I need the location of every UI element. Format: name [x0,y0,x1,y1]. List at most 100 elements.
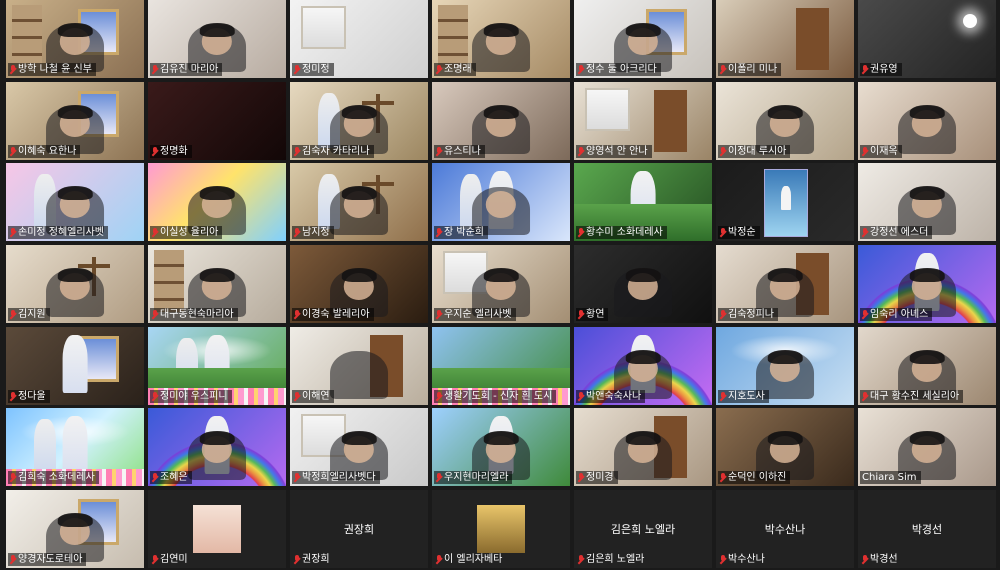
participant-name: 대구동현숙마리아 [160,309,234,320]
mic-muted-icon [578,473,584,482]
video-window [585,88,631,132]
video-hair [341,431,377,446]
participant-tile[interactable]: 정미야 우스피니 [148,327,286,405]
participant-tile[interactable]: 이정대 루시아 [716,82,854,160]
participant-name: 권유영 [870,64,898,75]
participant-tile[interactable]: 김지원 [6,245,144,323]
video-statue [62,334,88,394]
participant-tile[interactable]: 조명래 [432,0,570,78]
mic-muted-icon [720,310,726,319]
video-hair [909,431,945,446]
participant-name: 박정희엘리사벳다 [302,472,376,483]
participant-tile[interactable]: 이혜숙 요한나 [6,82,144,160]
video-door [796,7,830,71]
mic-muted-icon [862,392,868,401]
participant-name-label: 정다울 [8,390,50,403]
participant-tile[interactable]: 손미정 정혜엘리사벳 [6,163,144,241]
mic-muted-icon [152,392,158,401]
participant-tile[interactable]: 방학 나철 윤 신부 [6,0,144,78]
participant-name: 생활기도회 - 신자 흰 도시 [444,391,553,402]
participant-tile[interactable]: 황연 [574,245,712,323]
participant-name-label: 김희숙 소화데레사 [8,471,99,484]
mic-muted-icon [720,555,726,564]
participant-name: 김숙정피나 [728,309,774,320]
participant-tile[interactable]: 김은희 노엘라 김은희 노엘라 [574,490,712,568]
mic-muted-icon [10,228,16,237]
participant-tile[interactable]: 김숙정피나 [716,245,854,323]
participant-name-label: 이해연 [292,390,334,403]
participant-tile[interactable]: 양경자도로테아 [6,490,144,568]
participant-tile[interactable]: 김희숙 소화데레사 [6,408,144,486]
participant-tile[interactable]: 순덕인 이하진 [716,408,854,486]
participant-tile[interactable]: 지호도사 [716,327,854,405]
participant-name-label: 유스티나 [434,145,485,158]
participant-name-label: 조혜은 [150,471,192,484]
mic-muted-icon [720,392,726,401]
video-hair [909,186,945,201]
video-hair [767,105,803,120]
participant-tile[interactable]: 정미정 [290,0,428,78]
participant-tile[interactable]: 이폴리 미나 [716,0,854,78]
video-hair [57,513,93,528]
participant-name: 정미정 [302,64,330,75]
participant-tile[interactable]: 우지현마리엘라 [432,408,570,486]
participant-tile[interactable]: 남지정 [290,163,428,241]
participant-tile[interactable]: 박수산나 박수산나 [716,490,854,568]
participant-name: Chiara Sim [862,472,917,483]
participant-tile[interactable]: 박정순 [716,163,854,241]
video-hair [57,105,93,120]
participant-name: 손미정 정혜엘리사벳 [18,227,104,238]
video-hair [199,23,235,38]
participant-tile[interactable]: 이 엘리자베타 [432,490,570,568]
participant-name: 정미경 [586,472,614,483]
video-hair [199,268,235,283]
participant-name-label: 박경선 [860,553,902,566]
participant-tile[interactable]: 정수 둘 아크리다 [574,0,712,78]
participant-tile[interactable]: 우지순 엘리사벳 [432,245,570,323]
participant-name: 박경선 [870,554,898,565]
participant-name-label: 이 엘리자베타 [434,553,506,566]
participant-name-label: 남지정 [292,226,334,239]
participant-tile[interactable]: 박경선 박경선 [858,490,996,568]
participant-name: 정수 둘 아크리다 [586,64,657,75]
participant-tile[interactable]: 권장희 권장희 [290,490,428,568]
participant-name-label: 정수 둘 아크리다 [576,63,661,76]
participant-name-label: 권장희 [292,553,334,566]
participant-tile[interactable]: 정명화 [148,82,286,160]
participant-tile[interactable]: 대구 황수진 세실리아 [858,327,996,405]
participant-tile[interactable]: 김유진 마리아 [148,0,286,78]
mic-muted-icon [578,310,584,319]
participant-tile[interactable]: 양영석 안 안나 [574,82,712,160]
participant-tile[interactable]: 김연미 [148,490,286,568]
participant-tile[interactable]: 이경숙 발레리아 [290,245,428,323]
participant-tile[interactable]: 대구동현숙마리아 [148,245,286,323]
participant-name: 우지현마리엘라 [444,472,509,483]
participant-tile[interactable]: 조혜은 [148,408,286,486]
mic-muted-icon [720,228,726,237]
participant-tile[interactable]: 생활기도회 - 신자 흰 도시 [432,327,570,405]
participant-name-label: 박정순 [718,226,760,239]
video-hair [483,268,519,283]
participant-tile[interactable]: 박정희엘리사벳다 [290,408,428,486]
mic-muted-icon [152,473,158,482]
profile-photo [477,505,525,553]
participant-tile[interactable]: 유스티나 [432,82,570,160]
participant-tile[interactable]: 임숙리 아녜스 [858,245,996,323]
participant-tile[interactable]: 김숙자 카타리나 [290,82,428,160]
participant-tile[interactable]: 박앤숙숙사나 [574,327,712,405]
participant-name: 김유진 마리아 [160,64,219,75]
participant-tile[interactable]: 강정선 에스더 [858,163,996,241]
participant-tile[interactable]: Chiara Sim [858,408,996,486]
participant-name: 장 박순희 [444,227,484,238]
participant-tile[interactable]: 권유영 [858,0,996,78]
participant-tile[interactable]: 정미경 [574,408,712,486]
participant-name-label: 김유진 마리아 [150,63,223,76]
participant-tile[interactable]: 정다울 [6,327,144,405]
video-statue2 [33,418,56,474]
participant-tile[interactable]: 장 박순희 [432,163,570,241]
participant-tile[interactable]: 이재옥 [858,82,996,160]
participant-tile[interactable]: 이실성 율리아 [148,163,286,241]
participant-tile[interactable]: 황수미 소화데레사 [574,163,712,241]
mic-muted-icon [578,392,584,401]
participant-tile[interactable]: 이해연 [290,327,428,405]
